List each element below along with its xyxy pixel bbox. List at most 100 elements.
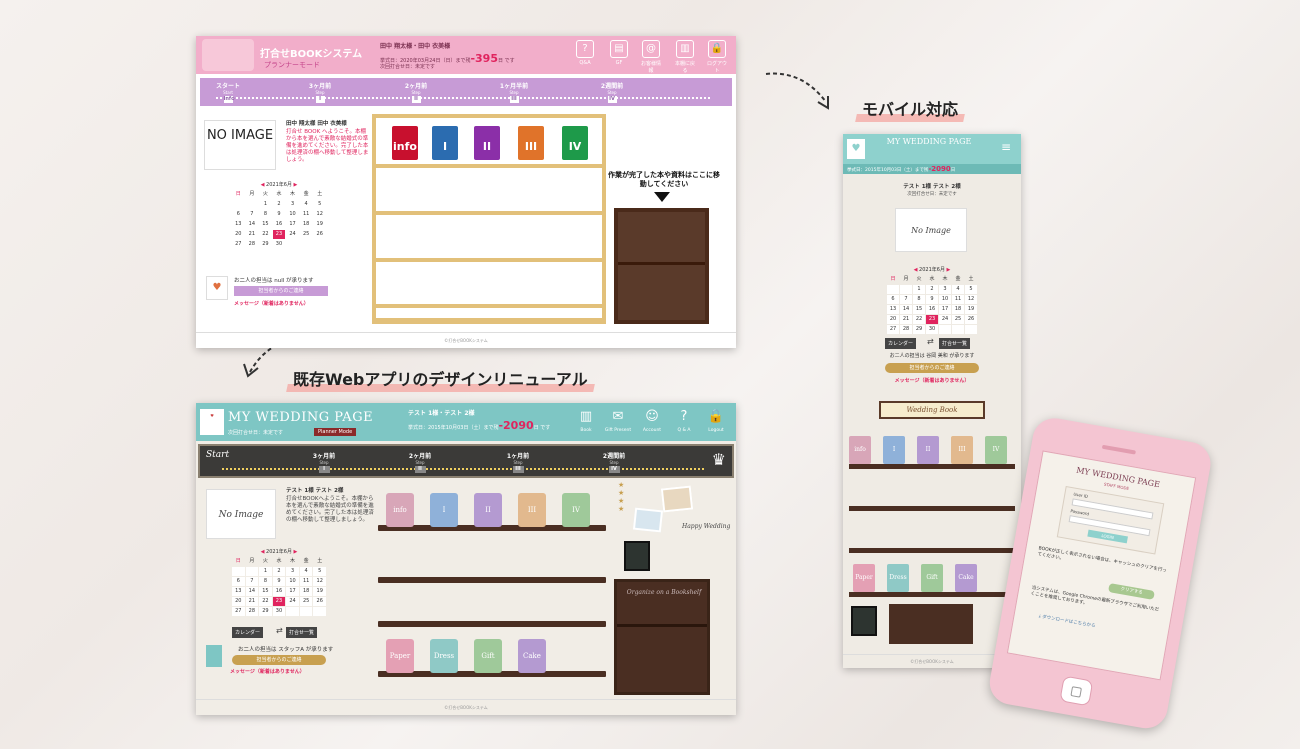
calendar-day[interactable]: 12 <box>313 210 326 219</box>
calendar-day[interactable]: 24 <box>286 597 299 606</box>
calendar-day[interactable]: 19 <box>313 587 326 596</box>
meetings-button[interactable]: 打合せ一覧 <box>939 338 971 349</box>
step-1[interactable]: 3ヶ月前 Step I <box>294 451 354 473</box>
calendar-day[interactable]: 2 <box>272 567 286 576</box>
book-paper[interactable]: Paper <box>853 564 875 592</box>
done-shelf[interactable] <box>889 604 973 644</box>
nav-logout[interactable]: 🔒 ログアウト <box>706 40 728 74</box>
step-start[interactable]: Start <box>206 450 229 460</box>
calendar-day[interactable]: 3 <box>286 200 299 209</box>
nav-account[interactable]: ☺ Account <box>638 408 666 433</box>
calendar-day[interactable]: 16 <box>926 305 938 314</box>
calendar-day[interactable]: 9 <box>926 295 938 304</box>
calendar-day[interactable]: 9 <box>272 210 286 219</box>
calendar-day[interactable]: 4 <box>952 285 964 294</box>
calendar-day[interactable]: 12 <box>965 295 977 304</box>
download-link[interactable]: ⤓ ダウンロードはこちらから <box>1038 613 1096 629</box>
calendar-day[interactable]: 1 <box>259 200 272 209</box>
book-ii[interactable]: II <box>474 493 502 527</box>
calendar-day[interactable]: 26 <box>965 315 977 324</box>
book-iii[interactable]: III <box>951 436 973 464</box>
calendar-day[interactable]: 21 <box>245 230 259 239</box>
contact-button[interactable]: 担当者からのご連絡 <box>234 286 328 296</box>
calendar-day[interactable]: 13 <box>232 587 245 596</box>
calendar-day[interactable]: 27 <box>232 607 245 616</box>
calendar-day[interactable]: 24 <box>286 230 299 239</box>
calendar-day[interactable]: 16 <box>272 220 286 229</box>
calendar-day[interactable]: 1 <box>913 285 925 294</box>
calendar-day[interactable]: 28 <box>900 325 912 334</box>
step-4[interactable]: 2週間前 Step IV <box>584 451 644 473</box>
calendar-day[interactable]: 28 <box>245 607 259 616</box>
book-iii[interactable]: III <box>518 126 544 160</box>
calendar-day[interactable]: 2 <box>272 200 286 209</box>
calendar-day[interactable]: 13 <box>232 220 245 229</box>
book-gift[interactable]: Gift <box>921 564 943 592</box>
step-start[interactable]: スタート Start Info <box>198 81 258 103</box>
contact-button[interactable]: 担当者からのご連絡 <box>232 655 326 665</box>
step-2[interactable]: 2ヶ月前 Step II <box>390 451 450 473</box>
book-i[interactable]: I <box>883 436 905 464</box>
calendar-day[interactable]: 30 <box>926 325 938 334</box>
calendar-day[interactable]: 11 <box>299 210 313 219</box>
calendar-day[interactable]: 29 <box>259 240 272 249</box>
calendar-day[interactable]: 7 <box>900 295 912 304</box>
calendar-day[interactable]: 18 <box>952 305 964 314</box>
step-3[interactable]: 1ヶ月前 Step III <box>488 451 548 473</box>
calendar-day[interactable]: 15 <box>259 587 272 596</box>
calendar-day[interactable]: 2 <box>926 285 938 294</box>
book-info[interactable]: info <box>392 126 418 160</box>
book-ii[interactable]: II <box>917 436 939 464</box>
calendar-day[interactable]: 22 <box>259 230 272 239</box>
calendar-button[interactable]: カレンダー <box>885 338 917 349</box>
calendar-day[interactable]: 28 <box>245 240 259 249</box>
calendar-day[interactable]: 21 <box>245 597 259 606</box>
calendar-day[interactable]: 11 <box>299 577 313 586</box>
calendar-day[interactable]: 13 <box>887 305 899 314</box>
nav-qa[interactable]: ? Q & A <box>670 408 698 433</box>
calendar-day[interactable]: 24 <box>939 315 951 324</box>
calendar-day[interactable]: 15 <box>259 220 272 229</box>
calendar-day[interactable]: 5 <box>313 567 326 576</box>
calendar-day[interactable]: 8 <box>913 295 925 304</box>
calendar-day[interactable]: 29 <box>259 607 272 616</box>
calendar-day[interactable]: 19 <box>313 220 326 229</box>
calendar-day[interactable]: 6 <box>232 210 245 219</box>
calendar-day[interactable]: 17 <box>286 220 299 229</box>
calendar-day[interactable]: 23 <box>272 597 286 606</box>
book-dress[interactable]: Dress <box>430 639 458 673</box>
calendar-day[interactable]: 4 <box>299 200 313 209</box>
calendar-day[interactable]: 30 <box>272 607 286 616</box>
calendar-day[interactable]: 7 <box>245 577 259 586</box>
calendar-day[interactable]: 5 <box>313 200 326 209</box>
calendar-day[interactable]: 20 <box>232 597 245 606</box>
calendar-day[interactable]: 18 <box>299 220 313 229</box>
calendar-day[interactable]: 5 <box>965 285 977 294</box>
book-i[interactable]: I <box>430 493 458 527</box>
calendar-day[interactable]: 25 <box>299 597 313 606</box>
calendar-day[interactable]: 6 <box>887 295 899 304</box>
calendar-day[interactable]: 27 <box>232 240 245 249</box>
calendar-day[interactable]: 20 <box>232 230 245 239</box>
meetings-button[interactable]: 打合せ一覧 <box>286 627 318 638</box>
calendar-day[interactable]: 10 <box>286 577 299 586</box>
calendar-day[interactable]: 20 <box>887 315 899 324</box>
calendar-day[interactable]: 8 <box>259 577 272 586</box>
calendar-day[interactable]: 17 <box>286 587 299 596</box>
calendar-day[interactable]: 17 <box>939 305 951 314</box>
calendar-day[interactable]: 25 <box>299 230 313 239</box>
menu-icon[interactable]: ≡ <box>1001 140 1011 154</box>
calendar-day[interactable]: 14 <box>245 587 259 596</box>
nav-book[interactable]: ▥ Book <box>572 408 600 433</box>
nav-gift[interactable]: ✉ Gift Present <box>604 408 632 433</box>
calendar-day[interactable]: 26 <box>313 230 326 239</box>
step-1[interactable]: 3ヶ月前 Step I <box>290 81 350 103</box>
book-cake[interactable]: Cake <box>955 564 977 592</box>
nav-customer[interactable]: @ お客様情報 <box>640 40 662 74</box>
step-4[interactable]: 2週間前 Step IV <box>582 81 642 103</box>
calendar-day[interactable]: 9 <box>272 577 286 586</box>
calendar-day[interactable]: 6 <box>232 577 245 586</box>
calendar-day[interactable]: 10 <box>286 210 299 219</box>
calendar-day[interactable]: 12 <box>313 577 326 586</box>
book-cake[interactable]: Cake <box>518 639 546 673</box>
